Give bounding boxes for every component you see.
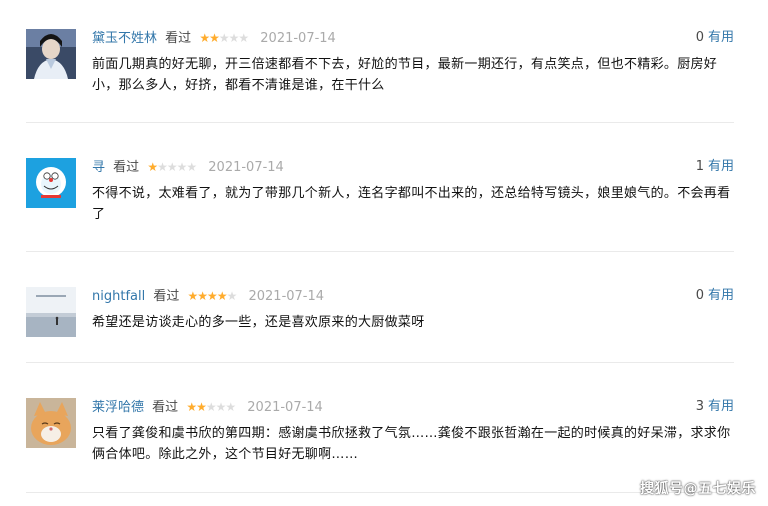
vote-area: 0 有用 [696, 287, 734, 305]
author-link[interactable]: nightfall [92, 289, 145, 304]
comment-item: 莱浮哈德 看过 ★★★★★ 2021-07-14 3 有用 只看了龚俊和虞书欣的第… [26, 398, 734, 478]
comment-item: 黛玉不姓林 看过 ★★★★★ 2021-07-14 0 有用 前面几期真的好无聊，… [26, 29, 734, 109]
comment-date: 2021-07-14 [247, 400, 323, 415]
comment-item: 寻 看过 ★★★★★ 2021-07-14 1 有用 不得不说，太难看了，就为了带… [26, 158, 734, 238]
divider [26, 122, 734, 123]
comment-date: 2021-07-14 [260, 31, 336, 46]
vote-area: 1 有用 [696, 158, 734, 176]
useful-button[interactable]: 有用 [708, 288, 734, 303]
watch-status: 看过 [165, 31, 192, 46]
useful-button[interactable]: 有用 [708, 159, 734, 174]
star-empty-icon: ★ [215, 400, 227, 414]
divider [26, 362, 734, 363]
avatar[interactable] [26, 287, 76, 337]
useful-button[interactable]: 有用 [708, 30, 734, 45]
comment-text: 只看了龚俊和虞书欣的第四期：感谢虞书欣拯救了气氛……龚俊不跟张哲瀚在一起的时候真… [92, 426, 731, 462]
comment-header: 黛玉不姓林 看过 ★★★★★ 2021-07-14 0 有用 [92, 29, 734, 47]
watch-status: 看过 [153, 289, 180, 304]
vote-count: 0 [695, 30, 704, 45]
star-empty-icon: ★ [228, 31, 240, 45]
author-link[interactable]: 黛玉不姓林 [92, 31, 157, 46]
star-filled-icon: ★ [207, 289, 218, 303]
comment-date: 2021-07-14 [208, 160, 284, 175]
rating-stars: ★★★★★ [147, 158, 197, 176]
star-filled-icon: ★ [197, 289, 208, 303]
star-empty-icon: ★ [157, 160, 168, 174]
star-empty-icon: ★ [218, 31, 230, 45]
useful-button[interactable]: 有用 [708, 399, 734, 414]
star-filled-icon: ★ [147, 160, 158, 174]
star-filled-icon: ★ [186, 400, 197, 414]
star-filled-icon: ★ [199, 31, 210, 45]
watch-status: 看过 [152, 400, 179, 415]
comment-item: nightfall 看过 ★★★★★ 2021-07-14 0 有用 希望还是访谈… [26, 287, 734, 347]
star-empty-icon: ★ [238, 31, 249, 45]
star-empty-icon: ★ [176, 160, 188, 174]
star-filled-icon: ★ [209, 31, 220, 45]
comment-date: 2021-07-14 [248, 289, 325, 304]
star-empty-icon: ★ [225, 400, 236, 414]
comment-text: 不得不说，太难看了，就为了带那几个新人，连名字都叫不出来的，还总给特写镜头，娘里… [92, 186, 731, 222]
avatar[interactable] [26, 398, 76, 448]
divider [26, 492, 734, 493]
vote-count: 0 [695, 288, 704, 303]
watermark: 搜狐号@五七娱乐 [640, 481, 756, 497]
vote-count: 3 [695, 399, 704, 414]
comment-list: 黛玉不姓林 看过 ★★★★★ 2021-07-14 0 有用 前面几期真的好无聊，… [0, 0, 768, 506]
vote-area: 0 有用 [696, 29, 734, 47]
vote-count: 1 [695, 159, 704, 174]
comment-text: 前面几期真的好无聊，开三倍速都看不下去，好尬的节目，最新一期还行，有点笑点，但也… [92, 57, 718, 93]
comment-header: nightfall 看过 ★★★★★ 2021-07-14 0 有用 [92, 287, 734, 305]
divider [26, 251, 734, 252]
avatar[interactable] [26, 29, 76, 79]
avatar[interactable] [26, 158, 76, 208]
star-empty-icon: ★ [186, 160, 197, 174]
watch-status: 看过 [113, 160, 140, 175]
star-filled-icon: ★ [187, 289, 199, 303]
comment-header: 寻 看过 ★★★★★ 2021-07-14 1 有用 [92, 158, 734, 176]
vote-area: 3 有用 [696, 398, 734, 416]
star-filled-icon: ★ [196, 400, 207, 414]
star-filled-icon: ★ [216, 289, 228, 303]
star-empty-icon: ★ [226, 289, 238, 303]
comment-header: 莱浮哈德 看过 ★★★★★ 2021-07-14 3 有用 [92, 398, 734, 416]
comment-text: 希望还是访谈走心的多一些，还是喜欢原来的大厨做菜呀 [92, 315, 425, 330]
rating-stars: ★★★★★ [199, 29, 249, 47]
star-empty-icon: ★ [205, 400, 217, 414]
author-link[interactable]: 莱浮哈德 [92, 400, 144, 415]
rating-stars: ★★★★★ [186, 398, 236, 416]
author-link[interactable]: 寻 [92, 160, 105, 175]
star-empty-icon: ★ [166, 160, 178, 174]
rating-stars: ★★★★★ [187, 287, 238, 305]
